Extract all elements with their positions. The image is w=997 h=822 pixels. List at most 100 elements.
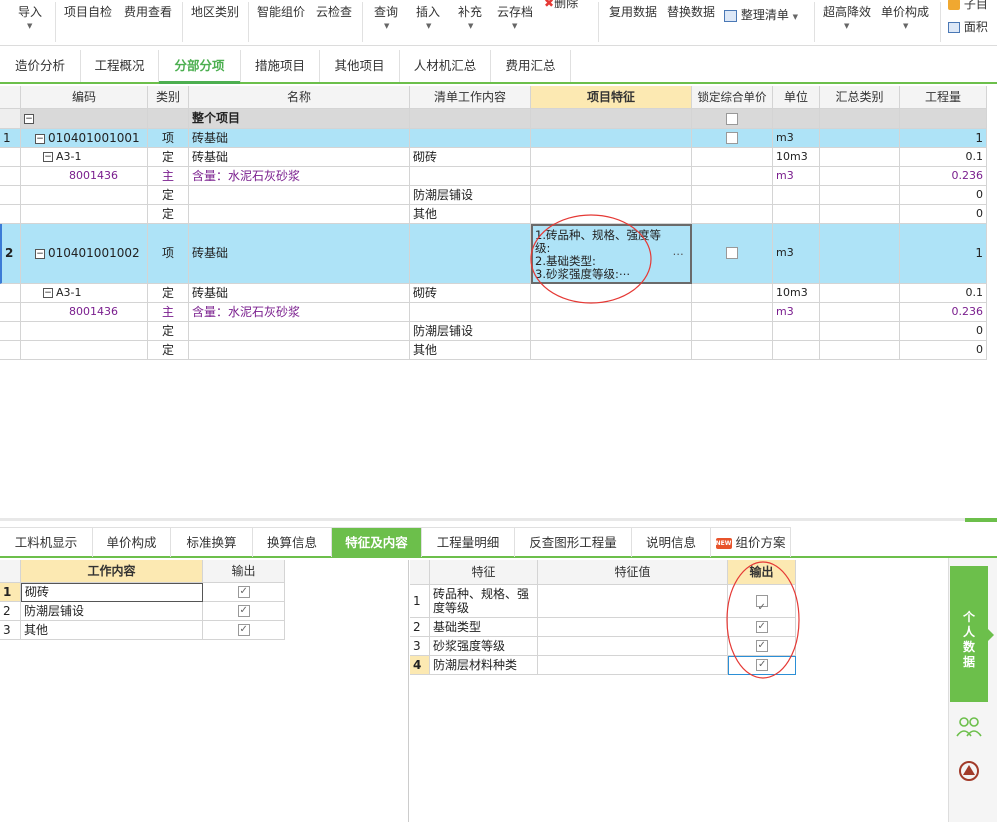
reuse-data-button[interactable]: 复用数据: [609, 3, 657, 20]
output-checkbox[interactable]: [755, 619, 768, 635]
unit-cell[interactable]: [773, 322, 820, 341]
tab-features-content[interactable]: 特征及内容: [332, 527, 422, 557]
output-cell[interactable]: [728, 618, 796, 637]
column-header-work-content[interactable]: 清单工作内容: [410, 86, 531, 109]
import-button[interactable]: 导入: [18, 3, 42, 20]
emblem-icon[interactable]: [958, 760, 980, 782]
type-cell[interactable]: 定: [148, 205, 189, 224]
column-header-summary-category[interactable]: 汇总类别: [820, 86, 900, 109]
output-cell-active[interactable]: [728, 656, 796, 675]
name-cell[interactable]: 砖基础: [189, 148, 410, 167]
type-cell[interactable]: 定: [148, 148, 189, 167]
splitter-handle[interactable]: [965, 518, 997, 522]
type-cell[interactable]: 主: [148, 303, 189, 322]
unit-cell[interactable]: 10m3: [773, 148, 820, 167]
row-number[interactable]: 1: [0, 129, 21, 148]
tab-reverse-check-quantity[interactable]: 反查图形工程量: [515, 527, 632, 557]
work-content-cell[interactable]: 防潮层铺设: [410, 186, 531, 205]
type-cell[interactable]: 定: [148, 322, 189, 341]
row-number[interactable]: [0, 167, 21, 186]
column-header-code[interactable]: 编码: [21, 86, 148, 109]
item-code-cell[interactable]: −010401001002: [21, 224, 148, 284]
code-cell[interactable]: [21, 341, 148, 360]
row-number[interactable]: 4: [410, 656, 430, 675]
row-number[interactable]: 1: [410, 585, 430, 618]
cloud-archive-button[interactable]: 云存档: [497, 3, 533, 20]
cell[interactable]: [148, 109, 189, 129]
project-selfcheck-button[interactable]: 项目自检: [64, 3, 112, 20]
quantity-cell[interactable]: 0.1: [900, 284, 987, 303]
summary-category-cell[interactable]: [820, 341, 900, 360]
organize-list-button[interactable]: 整理清单 ▼: [724, 6, 798, 23]
row-number[interactable]: 2: [0, 602, 21, 621]
row-number[interactable]: [0, 148, 21, 167]
quota-code-cell[interactable]: − A3-1: [21, 284, 148, 303]
name-cell[interactable]: [189, 186, 410, 205]
area-button[interactable]: 面积: [948, 18, 988, 35]
output-cell[interactable]: [728, 585, 796, 618]
collapse-icon[interactable]: −: [43, 152, 53, 162]
cost-view-button[interactable]: 费用查看: [124, 3, 172, 20]
quantity-cell[interactable]: 0.236: [900, 303, 987, 322]
splitter-bar[interactable]: [0, 518, 997, 521]
name-cell[interactable]: 砖基础: [189, 129, 410, 148]
cell[interactable]: [773, 109, 820, 129]
column-header-features[interactable]: 项目特征: [531, 86, 692, 109]
row-number[interactable]: [0, 109, 21, 129]
feature-value-cell[interactable]: [538, 585, 728, 618]
delete-button[interactable]: ✖删除: [544, 0, 578, 11]
summary-category-cell[interactable]: [820, 129, 900, 148]
name-cell[interactable]: 含量：水泥石灰砂浆: [189, 303, 410, 322]
unit-cell[interactable]: m3: [773, 167, 820, 186]
feature-cell[interactable]: [531, 284, 692, 303]
summary-category-cell[interactable]: [820, 224, 900, 284]
tree-toggle-cell[interactable]: −: [21, 109, 148, 129]
work-content-cell[interactable]: 砌砖: [410, 148, 531, 167]
feature-name-cell[interactable]: 砖品种、规格、强 度等级: [430, 585, 538, 618]
tab-other-items[interactable]: 其他项目: [320, 50, 400, 82]
feature-value-cell[interactable]: [538, 618, 728, 637]
column-header-name[interactable]: 名称: [189, 86, 410, 109]
row-number[interactable]: [0, 341, 21, 360]
feature-cell[interactable]: [531, 205, 692, 224]
tab-measure-items[interactable]: 措施项目: [241, 50, 320, 82]
lock-price-cell[interactable]: [692, 303, 773, 322]
tab-unit-price-composition[interactable]: 单价构成: [93, 527, 171, 557]
row-number[interactable]: 3: [410, 637, 430, 656]
type-cell[interactable]: 主: [148, 167, 189, 186]
quantity-cell[interactable]: 0: [900, 341, 987, 360]
lock-price-checkbox[interactable]: [726, 246, 738, 259]
row-number-selected[interactable]: 2: [0, 224, 21, 284]
supplement-button[interactable]: 补充: [458, 3, 482, 20]
cell[interactable]: [820, 109, 900, 129]
summary-category-cell[interactable]: [820, 284, 900, 303]
output-checkbox[interactable]: [755, 593, 768, 617]
name-cell[interactable]: 砖基础: [189, 224, 410, 284]
type-cell[interactable]: 项: [148, 129, 189, 148]
row-number[interactable]: 2: [410, 618, 430, 637]
material-code-cell[interactable]: 8001436: [21, 303, 148, 322]
smart-pricing-button[interactable]: 智能组价: [257, 3, 305, 20]
column-header-output[interactable]: 输出: [728, 560, 796, 585]
type-cell[interactable]: 项: [148, 224, 189, 284]
tab-project-overview[interactable]: 工程概况: [81, 50, 159, 82]
collapse-icon[interactable]: −: [35, 248, 45, 259]
high-rise-reduction-button[interactable]: 超高降效: [823, 3, 871, 20]
unit-price-composition-button[interactable]: 单价构成: [881, 3, 929, 20]
lock-price-cell[interactable]: [692, 148, 773, 167]
output-checkbox[interactable]: [756, 657, 768, 672]
type-cell[interactable]: 定: [148, 341, 189, 360]
lock-price-cell[interactable]: [692, 322, 773, 341]
work-content-cell[interactable]: 其他: [410, 341, 531, 360]
collapse-icon[interactable]: −: [24, 113, 34, 124]
feature-name-cell[interactable]: 防潮层材料种类: [430, 656, 538, 675]
column-header-unit[interactable]: 单位: [773, 86, 820, 109]
output-checkbox[interactable]: [755, 638, 768, 654]
code-cell[interactable]: [21, 186, 148, 205]
feature-name-cell[interactable]: 砂浆强度等级: [430, 637, 538, 656]
quantity-cell[interactable]: 0: [900, 205, 987, 224]
unit-cell[interactable]: m3: [773, 224, 820, 284]
material-code-cell[interactable]: 8001436: [21, 167, 148, 186]
unit-cell[interactable]: m3: [773, 303, 820, 322]
unit-cell[interactable]: [773, 186, 820, 205]
